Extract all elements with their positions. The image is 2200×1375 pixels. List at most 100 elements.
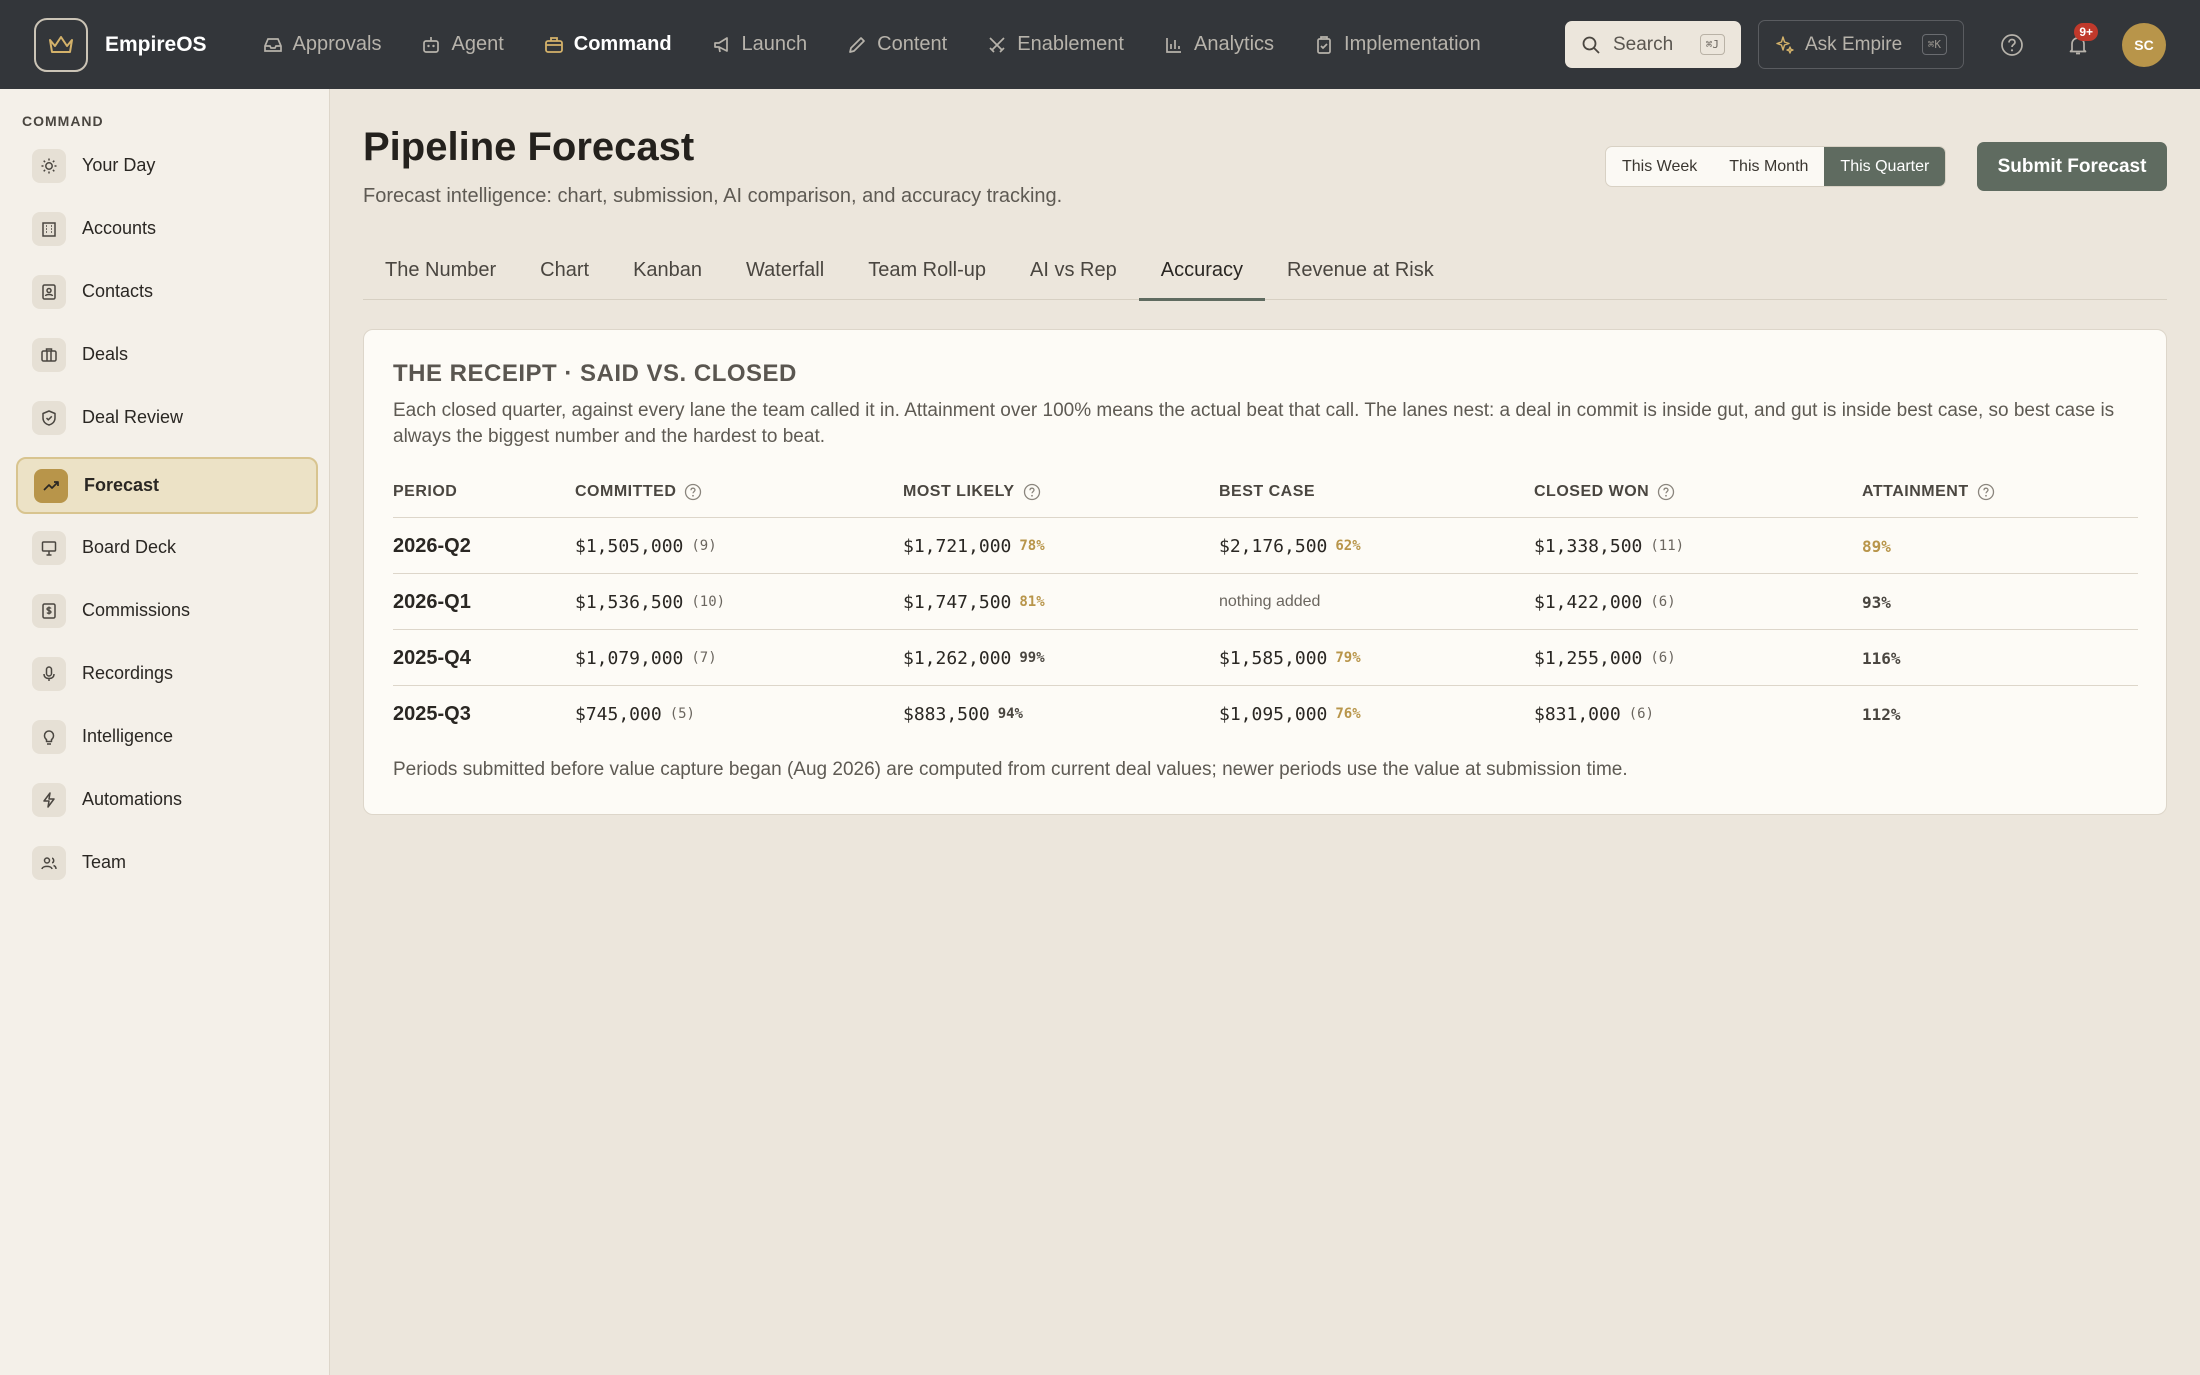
column-label: BEST CASE [1219,483,1316,500]
help-button[interactable] [1990,23,2034,67]
deal-count: (7) [691,650,717,666]
table-row[interactable]: 2026-Q2 $1,505,000 (9) $1,721,000 78% $2,1… [393,518,2138,574]
search-input[interactable]: Search ⌘J [1565,21,1741,68]
table-header: PERIOD COMMITTED MOST LIKELY BEST CASE C… [393,483,2138,513]
period-cell: 2025-Q3 [393,702,471,725]
sidebar-item-intelligence[interactable]: Intelligence [16,708,318,765]
deal-count: (9) [691,538,717,554]
sidebar-item-label: Accounts [82,218,157,238]
most-likely-value: $1,262,000 [903,647,1012,669]
topnav-analytics[interactable]: Analytics [1144,0,1294,89]
column-label: MOST LIKELY [903,483,1015,500]
tab-ai-vs-rep[interactable]: AI vs Rep [1008,250,1139,300]
ask-label: Ask Empire [1805,33,1903,55]
clipboard-icon [1317,35,1331,54]
briefcase-icon [544,36,563,53]
info-icon[interactable] [1977,483,1995,501]
dollar-doc-icon [32,593,66,628]
trending-up-icon [34,468,68,503]
notifications-button[interactable]: 9+ [2056,22,2100,67]
search-icon [1582,36,1600,54]
swords-icon [989,36,1005,53]
pencil-icon [849,36,866,53]
column-header-period: PERIOD [393,483,457,501]
deal-count: (6) [1628,706,1654,722]
tab-chart[interactable]: Chart [518,250,611,300]
sidebar-item-commissions[interactable]: Commissions [16,582,318,639]
topnav-enablement[interactable]: Enablement [967,0,1144,89]
notification-badge: 9+ [2074,22,2098,41]
tab-team-roll-up[interactable]: Team Roll-up [846,250,1008,300]
committed-value: $1,536,500 [575,591,684,613]
topnav-label: Enablement [1017,33,1124,55]
table-row[interactable]: 2025-Q4 $1,079,000 (7) $1,262,000 99% $1,5… [393,630,2138,686]
most-likely-value: $1,721,000 [903,535,1012,557]
tab-kanban[interactable]: Kanban [611,250,724,300]
coverage-pct: 81% [1019,594,1045,610]
info-icon[interactable] [1023,483,1041,501]
tab-the-number[interactable]: The Number [363,250,518,300]
info-icon[interactable] [684,483,702,501]
period-this-quarter[interactable]: This Quarter [1824,147,1946,186]
column-label: CLOSED WON [1534,483,1650,500]
sidebar-item-deals[interactable]: Deals [16,326,318,383]
topnav-command[interactable]: Command [524,0,692,89]
sidebar-item-accounts[interactable]: Accounts [16,200,318,257]
user-avatar[interactable]: SC [2122,22,2166,67]
table-row[interactable]: 2026-Q1 $1,536,500 (10) $1,747,500 81% not… [393,574,2138,630]
attainment-value: 93% [1862,592,1891,612]
ask-empire-button[interactable]: Ask Empire ⌘K [1758,20,1964,69]
inbox-icon [263,37,282,52]
search-shortcut: ⌘J [1699,34,1725,55]
sidebar-item-label: Deal Review [82,407,184,427]
submit-forecast-button[interactable]: Submit Forecast [1977,142,2167,191]
closed-won-value: $1,422,000 [1534,591,1643,613]
attainment-value: 89% [1862,536,1891,556]
best-case-value: $1,095,000 [1219,703,1328,725]
sidebar-item-team[interactable]: Team [16,834,318,891]
sidebar: COMMAND Your Day Accounts Contacts Deals… [0,89,330,1375]
brand[interactable]: EmpireOS [34,17,207,72]
sidebar-item-board-deck[interactable]: Board Deck [16,519,318,576]
sidebar-item-your-day[interactable]: Your Day [16,137,318,194]
help-icon [2001,33,2023,56]
coverage-pct: 62% [1335,538,1361,554]
sidebar-item-label: Contacts [82,281,154,301]
tab-waterfall[interactable]: Waterfall [724,250,846,300]
sidebar-item-contacts[interactable]: Contacts [16,263,318,320]
sidebar-item-forecast[interactable]: Forecast [16,457,318,514]
topnav-label: Analytics [1193,33,1275,55]
topnav-launch[interactable]: Launch [692,0,828,89]
building-icon [32,211,66,246]
tab-revenue-at-risk[interactable]: Revenue at Risk [1265,250,1456,300]
coverage-pct: 94% [997,706,1023,722]
most-likely-value: $1,747,500 [903,591,1012,613]
shield-check-icon [32,400,66,435]
top-nav: Approvals Agent Command Launch Content E… [243,0,1501,89]
topnav-label: Command [573,33,672,55]
column-header-best-case: BEST CASE [1219,483,1315,501]
sidebar-item-label: Intelligence [82,726,174,746]
tab-accuracy[interactable]: Accuracy [1138,250,1266,301]
deal-count: (6) [1650,650,1676,666]
users-icon [32,845,66,880]
topnav-implementation[interactable]: Implementation [1294,0,1501,89]
topnav-approvals[interactable]: Approvals [243,0,402,89]
most-likely-value: $883,500 [903,703,990,725]
topbar-actions: Search ⌘J Ask Empire ⌘K 9+ SC [1565,0,2166,89]
info-icon[interactable] [1657,483,1675,501]
column-label: COMMITTED [575,483,677,500]
period-this-month[interactable]: This Month [1713,147,1824,186]
period-this-week[interactable]: This Week [1606,147,1713,186]
ask-shortcut: ⌘K [1921,34,1947,55]
topnav-agent[interactable]: Agent [401,0,523,89]
table-row[interactable]: 2025-Q3 $745,000 (5) $883,500 94% $1,095,0… [393,686,2138,742]
sidebar-item-automations[interactable]: Automations [16,771,318,828]
closed-won-value: $1,338,500 [1534,535,1643,557]
sidebar-item-recordings[interactable]: Recordings [16,645,318,702]
megaphone-icon [713,36,728,52]
sidebar-item-label: Automations [82,789,183,809]
sidebar-item-label: Team [82,852,127,872]
topnav-content[interactable]: Content [827,0,967,89]
sidebar-item-deal-review[interactable]: Deal Review [16,389,318,446]
